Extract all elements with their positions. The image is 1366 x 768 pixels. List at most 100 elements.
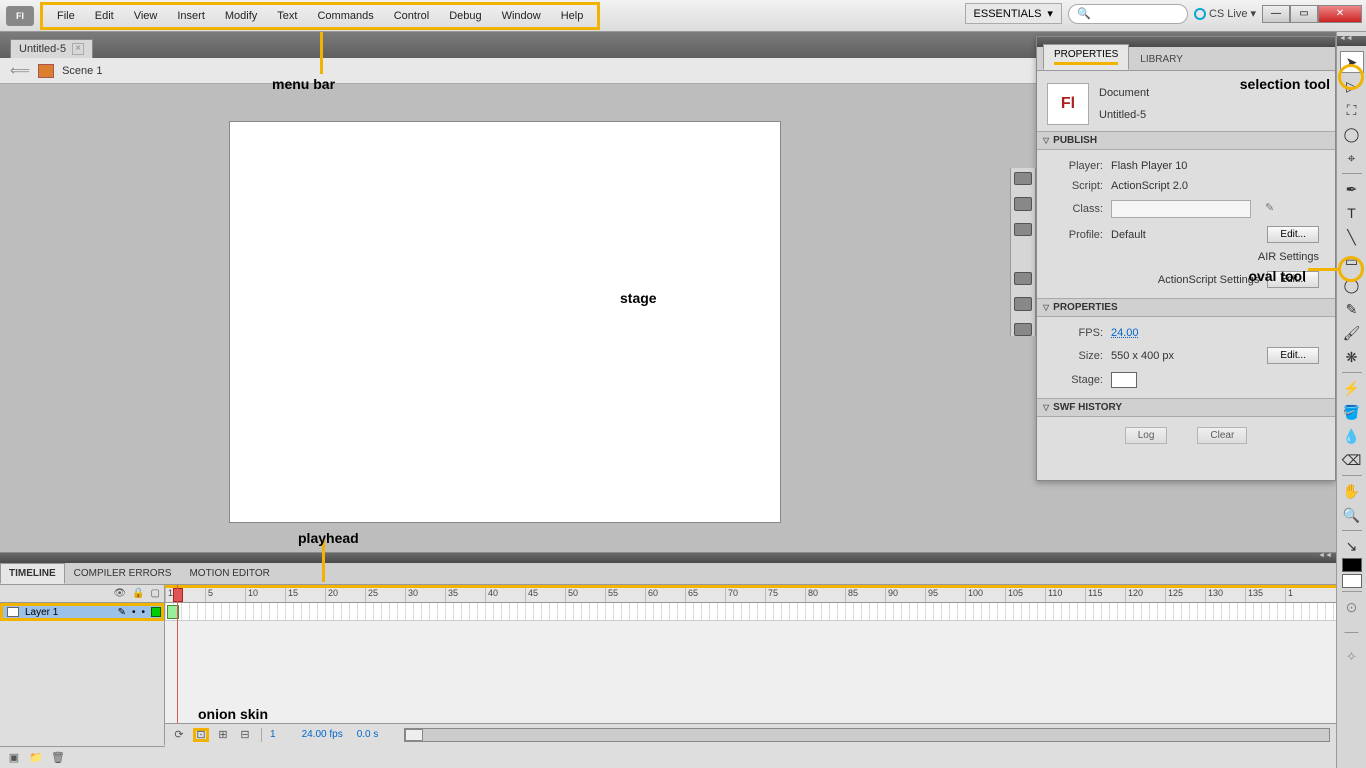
bone-tool[interactable]: ⚡ <box>1340 377 1364 399</box>
cs-live-button[interactable]: CS Live ▾ <box>1194 7 1256 20</box>
close-button[interactable]: ✕ <box>1318 5 1362 23</box>
selection-tool[interactable]: ➤ <box>1340 51 1364 73</box>
frame-row[interactable] <box>165 603 1336 621</box>
lock-icon[interactable]: 🔒 <box>132 588 144 599</box>
line-tool[interactable]: ╲ <box>1340 226 1364 248</box>
document-type-label: Document <box>1099 87 1149 99</box>
close-tab-icon[interactable]: × <box>72 43 84 55</box>
lasso-tool[interactable]: ⌖ <box>1340 147 1364 169</box>
new-layer-icon[interactable]: ▣ <box>6 751 22 765</box>
edit-profile-button[interactable]: Edit... <box>1267 226 1319 243</box>
swatches-panel-icon[interactable] <box>1014 272 1032 285</box>
onion-skin-button[interactable]: ⊡ <box>193 728 209 742</box>
edit-multiple-icon[interactable]: ⊟ <box>237 728 253 742</box>
option-tool-2[interactable]: ⟡ <box>1340 644 1364 666</box>
eyedropper-tool[interactable]: 💧 <box>1340 425 1364 447</box>
menu-window[interactable]: Window <box>492 6 551 26</box>
menu-file[interactable]: File <box>47 6 85 26</box>
back-arrow-icon[interactable]: ⟸ <box>10 62 30 79</box>
layer-name: Layer 1 <box>25 607 58 618</box>
tab-library[interactable]: LIBRARY <box>1129 49 1194 70</box>
log-button[interactable]: Log <box>1125 427 1168 444</box>
tab-properties[interactable]: PROPERTIES <box>1043 44 1129 70</box>
loop-icon[interactable]: ⟳ <box>171 728 187 742</box>
menu-help[interactable]: Help <box>551 6 594 26</box>
clear-button[interactable]: Clear <box>1197 427 1247 444</box>
stroke-swap-icon[interactable]: ↘ <box>1340 535 1364 557</box>
eraser-tool[interactable]: ⌫ <box>1340 449 1364 471</box>
menu-control[interactable]: Control <box>384 6 439 26</box>
publish-section-header[interactable]: ▽PUBLISH <box>1037 131 1335 150</box>
document-tab[interactable]: Untitled-5 × <box>10 39 93 58</box>
menu-modify[interactable]: Modify <box>215 6 267 26</box>
tab-timeline[interactable]: TIMELINE <box>0 563 65 584</box>
deco-tool[interactable]: ❋ <box>1340 346 1364 368</box>
edit-size-button[interactable]: Edit... <box>1267 347 1319 364</box>
outline-icon[interactable]: ▢ <box>151 588 160 599</box>
pen-tool[interactable]: ✒ <box>1340 178 1364 200</box>
workspace-dropdown[interactable]: ESSENTIALS ▾ <box>965 3 1062 24</box>
zoom-tool[interactable]: 🔍 <box>1340 504 1364 526</box>
menu-view[interactable]: View <box>124 6 168 26</box>
option-tool-1[interactable]: ― <box>1340 620 1364 642</box>
hand-tool[interactable]: ✋ <box>1340 480 1364 502</box>
scene-name: Scene 1 <box>62 65 102 77</box>
minimize-button[interactable]: — <box>1262 5 1290 23</box>
playhead[interactable] <box>173 588 183 602</box>
align-panel-icon[interactable] <box>1014 172 1032 185</box>
layer-vis-dot[interactable]: • <box>132 607 136 618</box>
subselection-tool[interactable]: ▷ <box>1340 75 1364 97</box>
layer-lock-dot[interactable]: • <box>141 607 145 618</box>
timeline-ruler[interactable]: 1 5 10 15 20 25 30 35 40 45 50 55 60 65 … <box>165 585 1336 603</box>
info-panel-icon[interactable] <box>1014 197 1032 210</box>
fps-display: 24.00 fps <box>302 729 343 740</box>
time-display: 0.0 s <box>357 729 379 740</box>
search-input[interactable] <box>1068 4 1188 24</box>
maximize-button[interactable]: ▭ <box>1290 5 1318 23</box>
properties-section-header[interactable]: ▽PROPERTIES <box>1037 298 1335 317</box>
new-folder-icon[interactable]: 📁 <box>28 751 44 765</box>
edit-as-button[interactable]: Edit... <box>1267 271 1319 288</box>
timeline-scrollbar[interactable] <box>404 728 1330 742</box>
stage-viewport[interactable] <box>0 84 1010 552</box>
eye-icon[interactable]: 👁 <box>113 588 126 599</box>
layer-outline-swatch[interactable] <box>151 607 161 617</box>
text-tool[interactable]: T <box>1340 202 1364 224</box>
top-menu-bar: Fl File Edit View Insert Modify Text Com… <box>0 0 1366 32</box>
stage-color-swatch[interactable] <box>1111 372 1137 388</box>
player-label: Player: <box>1053 160 1103 172</box>
menu-debug[interactable]: Debug <box>439 6 491 26</box>
chevron-down-icon: ▾ <box>1250 7 1256 20</box>
brush-tool[interactable]: 🖌 <box>1340 322 1364 344</box>
3d-rotation-tool[interactable]: ◯ <box>1340 123 1364 145</box>
frames-area[interactable]: 1 5 10 15 20 25 30 35 40 45 50 55 60 65 … <box>165 585 1336 745</box>
menu-insert[interactable]: Insert <box>167 6 215 26</box>
size-label: Size: <box>1053 350 1103 362</box>
color-panel-icon[interactable] <box>1014 297 1032 310</box>
fill-color-swatch[interactable] <box>1342 574 1362 588</box>
free-transform-tool[interactable]: ⛶ <box>1340 99 1364 121</box>
stage-canvas[interactable] <box>230 122 780 522</box>
app-icon: Fl <box>6 6 34 26</box>
kuler-panel-icon[interactable] <box>1014 323 1032 336</box>
onion-outline-icon[interactable]: ⊞ <box>215 728 231 742</box>
edit-class-icon[interactable]: ✎ <box>1265 201 1281 217</box>
pencil-tool[interactable]: ✎ <box>1340 298 1364 320</box>
transform-panel-icon[interactable] <box>1014 223 1032 236</box>
stroke-color-swatch[interactable] <box>1342 558 1362 572</box>
layer-row[interactable]: Layer 1 ✎ • • <box>0 603 164 621</box>
snap-tool[interactable]: ⊙ <box>1340 596 1364 618</box>
paint-bucket-tool[interactable]: 🪣 <box>1340 401 1364 423</box>
oval-tool[interactable]: ◯ <box>1340 274 1364 296</box>
menu-text[interactable]: Text <box>267 6 307 26</box>
menu-commands[interactable]: Commands <box>307 6 383 26</box>
rectangle-tool[interactable]: ▭ <box>1340 250 1364 272</box>
menu-edit[interactable]: Edit <box>85 6 124 26</box>
tab-motion-editor[interactable]: MOTION EDITOR <box>180 563 278 584</box>
layer-type-icon <box>7 607 19 617</box>
swf-history-header[interactable]: ▽SWF HISTORY <box>1037 398 1335 417</box>
class-input[interactable] <box>1111 200 1251 218</box>
tab-compiler-errors[interactable]: COMPILER ERRORS <box>65 563 181 584</box>
fps-value[interactable]: 24.00 <box>1111 327 1139 339</box>
delete-layer-icon[interactable]: 🗑 <box>50 751 66 765</box>
